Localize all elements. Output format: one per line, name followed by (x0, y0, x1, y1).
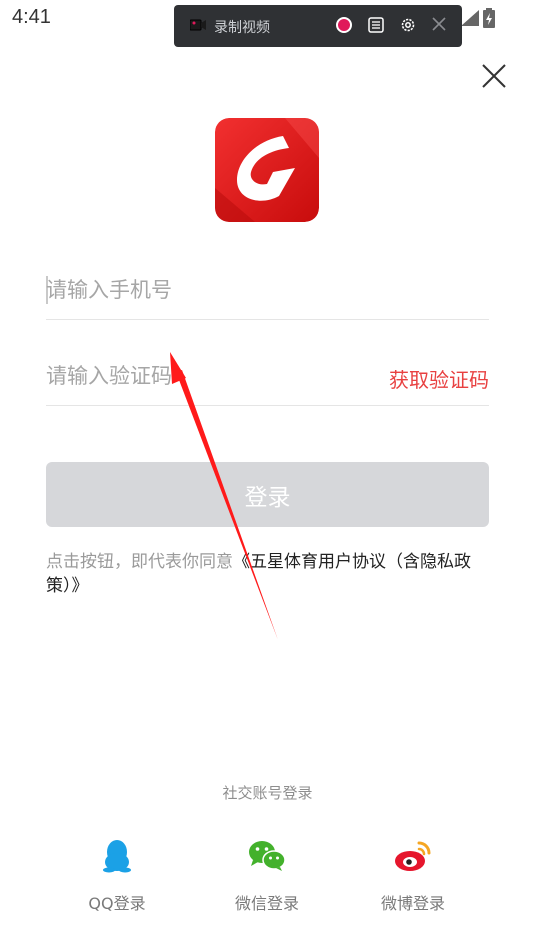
qq-login-label: QQ登录 (88, 894, 146, 913)
battery-icon (483, 8, 495, 28)
agreement-prefix: 点击按钮，即代表你同意 (46, 552, 233, 572)
weibo-login-button[interactable]: 微博登录 (353, 836, 473, 914)
wechat-icon (249, 841, 286, 871)
close-icon[interactable] (480, 62, 508, 90)
login-button[interactable]: 登录 (46, 462, 489, 527)
record-icon[interactable] (336, 17, 352, 33)
wechat-login-label: 微信登录 (234, 894, 299, 913)
list-icon[interactable] (368, 17, 384, 33)
signal-icon (461, 10, 479, 26)
agreement-text: 点击按钮，即代表你同意《五星体育用户协议（含隐私政策）》 (46, 550, 486, 598)
camera-icon (190, 19, 206, 31)
get-code-button[interactable]: 获取验证码 (389, 364, 489, 393)
screen-recorder-bar[interactable]: 录制视频 (174, 5, 462, 47)
qq-login-button[interactable]: QQ登录 (57, 836, 177, 914)
weibo-login-label: 微博登录 (380, 894, 445, 913)
gear-icon[interactable] (400, 17, 416, 33)
social-login-title: 社交账号登录 (222, 784, 313, 802)
recorder-label: 录制视频 (214, 20, 270, 36)
phone-input[interactable] (46, 274, 376, 306)
verification-code-field[interactable]: 获取验证码 (46, 346, 489, 406)
phone-field[interactable] (46, 260, 489, 320)
close-icon[interactable] (432, 17, 446, 31)
weibo-icon (395, 841, 431, 871)
wechat-login-button[interactable]: 微信登录 (207, 836, 327, 914)
qq-icon (103, 840, 131, 873)
status-time: 4:41 (12, 6, 51, 28)
app-logo (215, 118, 319, 222)
verification-code-input[interactable] (46, 360, 376, 392)
